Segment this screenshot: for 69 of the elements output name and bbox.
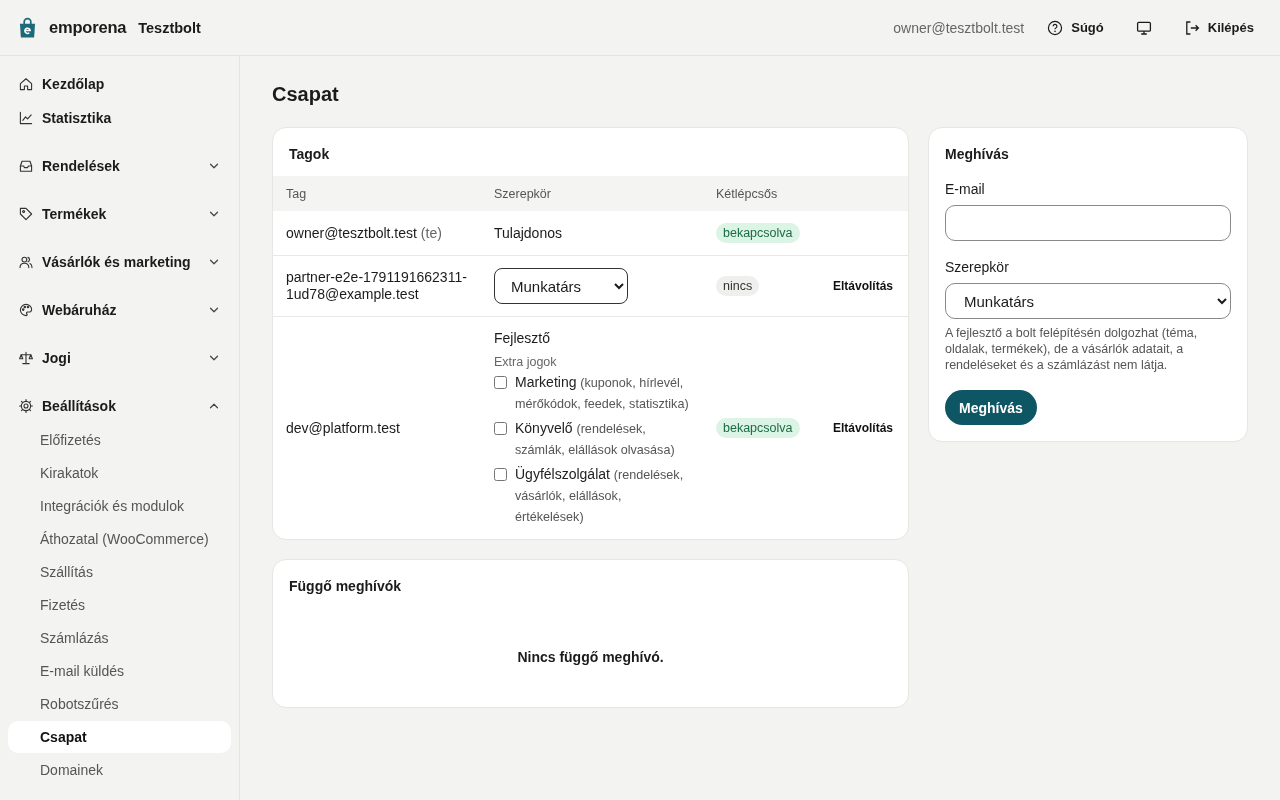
column-header: Kétlépcsős — [716, 186, 778, 201]
remove-button[interactable]: Eltávolítás — [833, 420, 894, 437]
role-select[interactable]: Munkatárs — [945, 283, 1231, 319]
shopping-bag-logo-icon — [19, 17, 36, 38]
nav-group-button[interactable]: Jogi — [8, 341, 231, 375]
help-button[interactable]: Súgó — [1047, 19, 1104, 36]
nav-subitem[interactable]: Előfizetés — [8, 424, 231, 456]
nav-subitem[interactable]: Integrációk és modulok — [8, 490, 231, 522]
brand-name: emporena — [49, 18, 127, 37]
two-factor-badge: bekapcsolva — [716, 223, 800, 243]
nav-link[interactable]: Statisztika — [8, 101, 231, 135]
users-icon — [18, 254, 34, 270]
role-text: Tulajdonos — [494, 224, 562, 241]
nav-subitem[interactable]: Szállítás — [8, 556, 231, 588]
nav-subitem[interactable]: Fizetés — [8, 589, 231, 621]
member-email: owner@tesztbolt.test (te) — [286, 224, 442, 241]
nav-subitem[interactable]: Csapat — [8, 721, 231, 753]
column-header: Tag — [286, 186, 307, 201]
card-title: Meghívás — [944, 145, 1010, 164]
nav-link[interactable]: Kezdőlap — [8, 67, 231, 101]
permission-checkbox[interactable] — [494, 468, 507, 481]
invite-button[interactable]: Meghívás — [945, 390, 1037, 425]
two-factor-badge: nincs — [716, 276, 760, 296]
permission-label: Ügyfélszolgálat (rendelések, vásárlók, elállások, értékelések) — [515, 465, 685, 526]
nav-subitem[interactable]: E-mail küldés — [8, 655, 231, 687]
role-text: Fejlesztő — [494, 330, 551, 346]
column-header: Szerepkör — [494, 186, 551, 201]
card-title: Függő meghívók — [288, 577, 402, 596]
permission-label: Marketing (kuponok, hírlevél, mérőkódok, feedek, statisztika) — [515, 373, 690, 413]
permission-label: Könyvelő (rendelések, számlák, elállások olvasása) — [515, 419, 676, 459]
home-icon — [18, 76, 34, 92]
help-icon — [1047, 19, 1064, 36]
empty-state-text: Nincs függő meghívó. — [517, 649, 664, 665]
user-email: owner@tesztbolt.test — [893, 19, 1025, 36]
inbox-icon — [18, 158, 34, 174]
nav-subitem[interactable]: Robotszűrés — [8, 688, 231, 720]
member-email: partner-e2e-1791191662311-1ud78@example.test — [286, 269, 467, 302]
email-input[interactable] — [945, 205, 1231, 241]
nav-group-button[interactable]: Beállítások — [8, 389, 231, 423]
permission-checkbox[interactable] — [494, 376, 507, 389]
role-hint: A fejlesztő a bolt felépítésén dolgozhat (téma, oldalak, termékek), de a vásárlók adatait, a rendeléseket és a számlázást nem látja. — [945, 325, 1199, 373]
role-label: Szerepkör — [945, 259, 1009, 275]
nav-group-button[interactable]: Rendelések — [8, 149, 231, 183]
permission-checkbox[interactable] — [494, 422, 507, 435]
role-select[interactable]: Munkatárs — [494, 268, 628, 304]
logout-icon — [1183, 19, 1200, 36]
card-title: Tagok — [288, 145, 331, 164]
nav-subitem[interactable]: Áthozatal (WooCommerce) — [8, 523, 231, 555]
page-title: Csapat — [272, 82, 340, 106]
nav-subitem[interactable]: Domainek — [8, 754, 231, 786]
nav-subitem[interactable]: Kirakatok — [8, 457, 231, 489]
nav-group-button[interactable]: Webáruház — [8, 293, 231, 327]
palette-icon — [18, 302, 34, 318]
member-email: dev@platform.test — [286, 419, 400, 436]
nav-group-button[interactable]: Termékek — [8, 197, 231, 231]
monitor-icon — [1135, 19, 1152, 36]
nav-group-button[interactable]: Vásárlók és marketing — [8, 245, 231, 279]
line-chart-icon — [18, 110, 34, 126]
email-label: E-mail — [945, 181, 985, 197]
scales-icon — [18, 350, 34, 366]
two-factor-badge: bekapcsolva — [716, 418, 800, 438]
extra-permissions-label: Extra jogok — [494, 355, 557, 369]
remove-button[interactable]: Eltávolítás — [833, 278, 894, 295]
monitor-button[interactable] — [1135, 19, 1152, 36]
settings-icon — [18, 398, 34, 414]
store-name: Tesztbolt — [138, 19, 201, 36]
nav-subitem[interactable]: Számlázás — [8, 622, 231, 654]
logout-button[interactable]: Kilépés — [1183, 19, 1254, 36]
tag-icon — [18, 206, 34, 222]
